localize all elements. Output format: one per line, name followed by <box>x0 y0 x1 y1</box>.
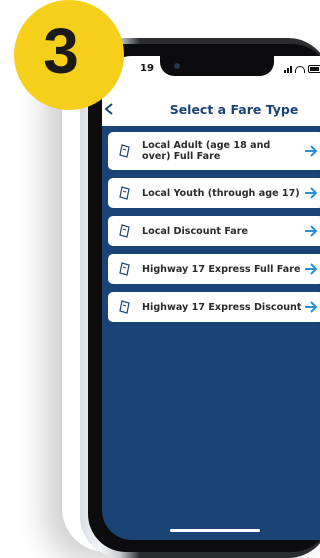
fare-item-local-youth[interactable]: Local Youth (through age 17) Fare <box>108 178 320 208</box>
fare-item-local-adult[interactable]: Local Adult (age 18 and over) Full Fare <box>108 132 320 170</box>
fare-label: Highway 17 Express Full Fare <box>142 263 301 275</box>
arrow-right-icon[interactable] <box>302 145 318 157</box>
arrow-right-icon[interactable] <box>302 263 318 275</box>
wifi-icon <box>295 65 305 73</box>
fare-label: Highway 17 Express Discount Fare <box>142 301 302 313</box>
fare-list: Local Adult (age 18 and over) Full Fare <box>108 132 320 322</box>
step-badge: 3 <box>14 0 124 110</box>
fare-item-hwy17-discount[interactable]: Highway 17 Express Discount Fare <box>108 292 320 322</box>
phone-frame: 19 Select a Fare Type Local Adult (age 1… <box>80 38 320 558</box>
signal-icon <box>284 65 292 73</box>
ticket-icon <box>116 186 134 200</box>
fare-item-hwy17-full[interactable]: Highway 17 Express Full Fare <box>108 254 320 284</box>
arrow-right-icon[interactable] <box>302 225 318 237</box>
ticket-icon <box>116 144 134 158</box>
fare-item-local-discount[interactable]: Local Discount Fare <box>108 216 320 246</box>
ticket-icon <box>116 300 134 314</box>
fare-label: Local Adult (age 18 and over) Full Fare <box>142 140 271 162</box>
fare-label: Local Discount Fare <box>142 225 249 237</box>
ticket-icon <box>116 262 134 276</box>
phone-bezel: 19 Select a Fare Type Local Adult (age 1… <box>88 44 320 552</box>
ticket-icon <box>116 224 134 238</box>
battery-icon <box>308 65 320 73</box>
status-time: 19 <box>140 63 154 74</box>
arrow-right-icon[interactable] <box>302 187 318 199</box>
app-header: 19 Select a Fare Type <box>102 56 320 126</box>
step-number: 3 <box>43 15 79 87</box>
camera-icon <box>174 63 180 69</box>
arrow-right-icon[interactable] <box>302 301 318 313</box>
status-icons <box>284 65 320 73</box>
fare-label: Local Youth (through age 17) Fare <box>142 187 302 199</box>
home-indicator[interactable] <box>170 529 260 532</box>
page-title: Select a Fare Type <box>169 102 299 117</box>
app-screen: 19 Select a Fare Type Local Adult (age 1… <box>102 56 320 540</box>
